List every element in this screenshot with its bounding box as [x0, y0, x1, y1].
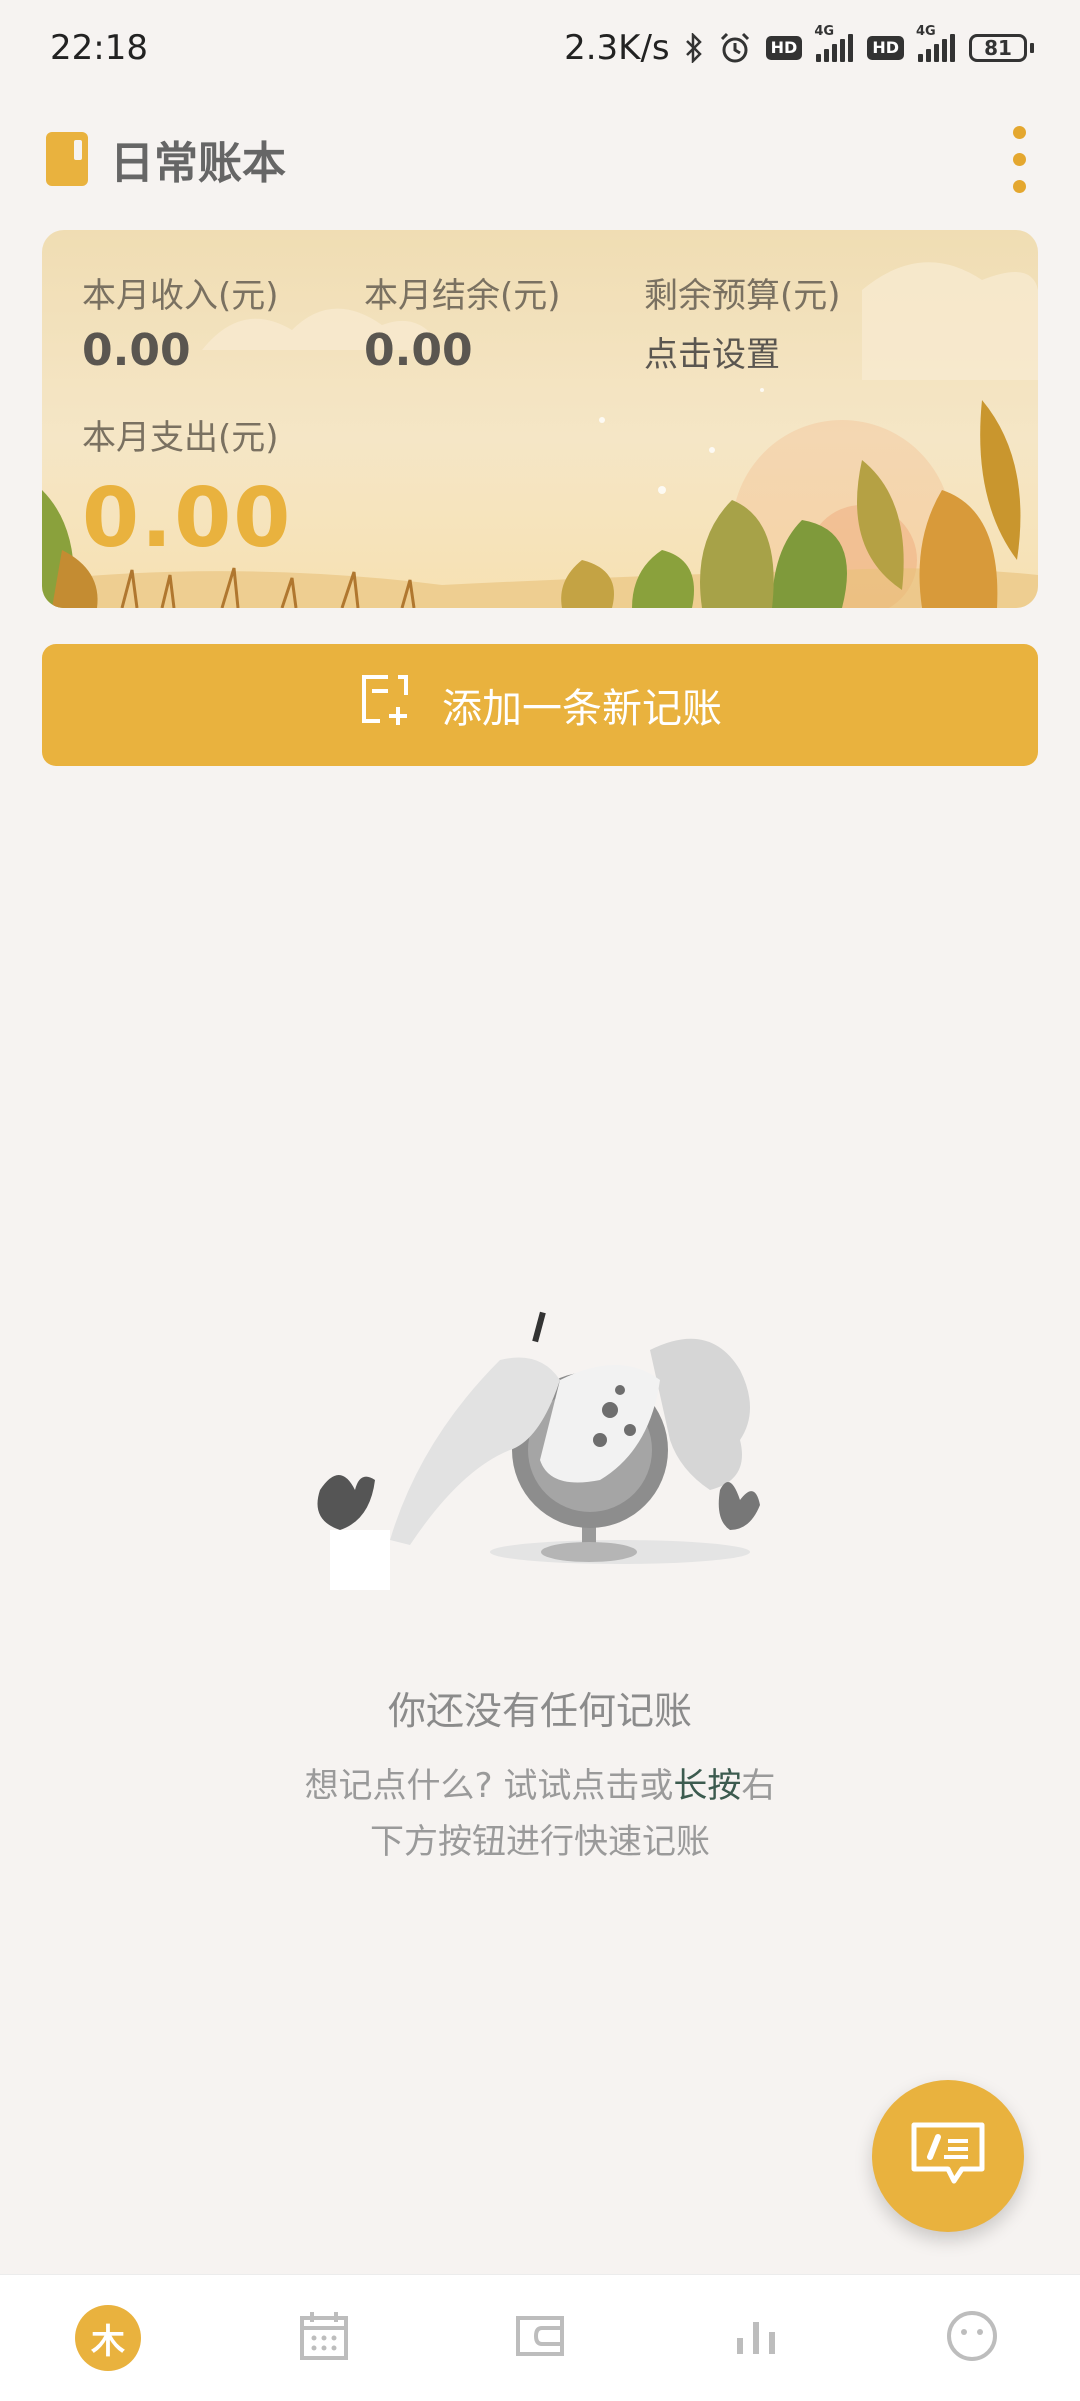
empty-state-hint: 想记点什么? 试试点击或长按右 下方按钮进行快速记账: [0, 1758, 1080, 1870]
hd-badge-1: HD: [765, 36, 803, 60]
monthly-summary-card: 本月收入(元) 0.00 本月结余(元) 0.00 剩余预算(元) 点击设置 本…: [42, 230, 1038, 608]
empty-hint-line2: 下方按钮进行快速记账: [370, 1822, 710, 1862]
header: 日常账本: [46, 124, 1034, 194]
expense-label: 本月支出(元): [82, 418, 279, 458]
alarm-icon: [718, 31, 752, 65]
hd-badge-2: HD: [867, 36, 904, 60]
set-budget-link[interactable]: 点击设置: [644, 327, 841, 376]
empty-state-illustration: [300, 1290, 780, 1614]
nav-home[interactable]: 木: [48, 2288, 168, 2388]
status-bar: 22:18 2.3K/s HD 4G HD 4G 81: [0, 0, 1080, 96]
nav-profile[interactable]: [912, 2288, 1032, 2388]
book-icon: [46, 132, 88, 186]
net-speed: 2.3K/s: [564, 28, 670, 68]
more-menu-icon[interactable]: [1005, 122, 1034, 197]
quick-record-fab[interactable]: [872, 2080, 1024, 2232]
empty-state-title: 你还没有任何记账: [387, 1689, 692, 1733]
add-record-label: 添加一条新记账: [442, 686, 722, 732]
battery-icon: 81: [969, 34, 1034, 62]
smiley-face-icon: [944, 2308, 1000, 2368]
page-title: 日常账本: [110, 138, 286, 189]
expense-stat: 本月支出(元) 0.00: [82, 410, 292, 566]
add-record-button[interactable]: 添加一条新记账: [42, 644, 1038, 766]
balance-label: 本月结余(元): [364, 276, 561, 316]
quick-note-icon: [908, 2119, 988, 2193]
bluetooth-icon: [684, 33, 704, 63]
home-icon: 木: [75, 2305, 141, 2371]
nav-calendar[interactable]: [264, 2288, 384, 2388]
balance-stat: 本月结余(元) 0.00: [364, 268, 561, 376]
signal-icon-1: 4G: [814, 24, 854, 62]
empty-hint-line1: 想记点什么? 试试点击或长按右: [304, 1766, 776, 1806]
long-press-highlight: 长按: [673, 1766, 742, 1806]
battery-level: 81: [984, 36, 1012, 60]
status-icons: 2.3K/s HD 4G HD 4G 81: [564, 24, 1034, 68]
calendar-icon: [296, 2308, 352, 2368]
balance-value: 0.00: [364, 325, 473, 376]
nav-wallet[interactable]: [480, 2288, 600, 2388]
budget-label: 剩余预算(元): [644, 276, 841, 316]
expense-value: 0.00: [82, 471, 293, 566]
income-stat: 本月收入(元) 0.00: [82, 268, 279, 376]
bar-chart-icon: [728, 2308, 784, 2368]
status-time: 22:18: [50, 28, 148, 68]
nav-statistics[interactable]: [696, 2288, 816, 2388]
add-note-icon: [358, 673, 412, 737]
budget-stat: 剩余预算(元) 点击设置: [644, 268, 841, 376]
income-value: 0.00: [82, 325, 191, 376]
income-label: 本月收入(元): [82, 276, 279, 316]
bottom-navigation: 木: [0, 2274, 1080, 2401]
wallet-icon: [512, 2308, 568, 2368]
signal-icon-2: 4G: [916, 24, 955, 62]
